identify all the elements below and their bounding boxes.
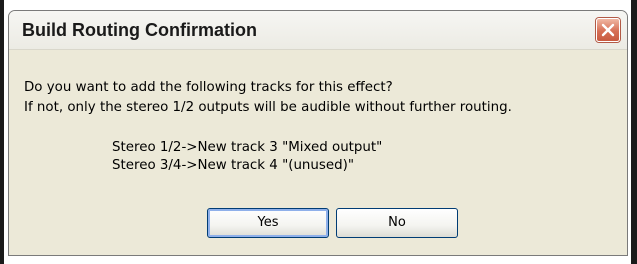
message-line-note: If not, only the stereo 1/2 outputs will… xyxy=(24,100,512,115)
title-bar[interactable]: Build Routing Confirmation xyxy=(9,11,627,50)
close-icon xyxy=(601,23,615,37)
no-button[interactable]: No xyxy=(336,208,458,238)
dialog-body: Do you want to add the following tracks … xyxy=(9,50,627,255)
yes-button[interactable]: Yes xyxy=(207,208,329,238)
message-line-question: Do you want to add the following tracks … xyxy=(24,80,393,95)
right-window-edge xyxy=(631,0,637,264)
dialog-title: Build Routing Confirmation xyxy=(22,20,257,40)
left-window-edge xyxy=(0,0,4,264)
track-routing-line: Stereo 3/4->New track 4 "(unused)" xyxy=(112,158,355,173)
track-routing-line: Stereo 1/2->New track 3 "Mixed output" xyxy=(112,140,383,155)
build-routing-dialog: Build Routing Confirmation Do you want t… xyxy=(8,10,628,256)
close-button[interactable] xyxy=(596,18,620,42)
